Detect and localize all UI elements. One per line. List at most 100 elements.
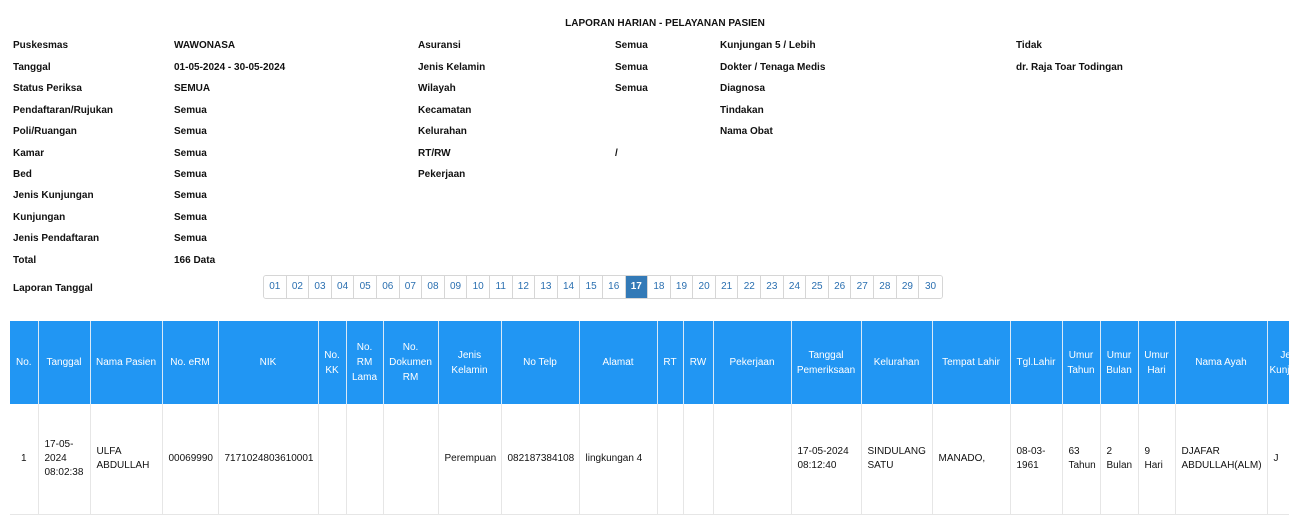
column-header: Tempat Lahir xyxy=(932,321,1011,404)
filter-value: Semua xyxy=(174,169,207,180)
table-cell xyxy=(346,404,384,515)
filter-label: Jenis Kunjungan xyxy=(13,190,94,201)
table-cell xyxy=(657,404,684,515)
filter-label: Tanggal xyxy=(13,62,51,73)
column-header: No Telp xyxy=(501,321,580,404)
table-header-row: No. Tanggal Nama Pasien No. eRM NIK No. KK No.… xyxy=(10,321,1289,404)
filter-label: Asuransi xyxy=(418,40,461,51)
page-link-11[interactable]: 11 xyxy=(489,276,513,298)
table-cell: 1 xyxy=(10,404,39,515)
table-cell: 17-05-2024 08:12:40 xyxy=(791,404,862,515)
filter-value: Semua xyxy=(615,62,648,73)
column-header: No. KK xyxy=(318,321,347,404)
page-link-09[interactable]: 09 xyxy=(444,276,468,298)
page-link-03[interactable]: 03 xyxy=(309,276,332,298)
column-header: No. Dokumen RM xyxy=(383,321,439,404)
column-header: Nama Ayah xyxy=(1175,321,1268,404)
filter-value: SEMUA xyxy=(174,83,211,94)
page-link-26[interactable]: 26 xyxy=(828,276,852,298)
page-link-12[interactable]: 12 xyxy=(512,276,536,298)
column-header: RW xyxy=(683,321,714,404)
filter-label: Kunjungan 5 / Lebih xyxy=(720,40,816,51)
filter-label: Kecamatan xyxy=(418,105,472,116)
column-header: Tanggal xyxy=(38,321,91,404)
table-cell: 7171024803610001 xyxy=(218,404,319,515)
filter-value: 166 Data xyxy=(174,255,216,266)
filter-value: Semua xyxy=(174,233,207,244)
column-header: Jenis Kunjungan xyxy=(1267,321,1289,404)
filter-label: Wilayah xyxy=(418,83,456,94)
date-pager: 01 02 03 04 05 06 07 08 09 10 11 12 13 14 15 16 17 18 19 20… xyxy=(263,275,943,299)
filter-label: Kunjungan xyxy=(13,212,66,223)
filter-label: Bed xyxy=(13,169,32,180)
page-link-22[interactable]: 22 xyxy=(738,276,762,298)
page-link-15[interactable]: 15 xyxy=(580,276,603,298)
column-header: Pekerjaan xyxy=(713,321,792,404)
filter-label: Kamar xyxy=(13,148,45,159)
page-link-24[interactable]: 24 xyxy=(783,276,807,298)
filter-label: Jenis Pendaftaran xyxy=(13,233,100,244)
patient-table-wrapper: No. Tanggal Nama Pasien No. eRM NIK No. KK No.… xyxy=(10,321,1289,515)
filter-value: Semua xyxy=(174,148,207,159)
table-cell: 08-03-1961 xyxy=(1010,404,1063,515)
column-header: No. eRM xyxy=(162,321,219,404)
filter-label: Puskesmas xyxy=(13,40,69,51)
column-header: Kelurahan xyxy=(861,321,933,404)
page-link-16[interactable]: 16 xyxy=(602,276,626,298)
page-link-08[interactable]: 08 xyxy=(422,276,445,298)
filter-label: RT/RW xyxy=(418,148,451,159)
page-link-14[interactable]: 14 xyxy=(557,276,581,298)
page-link-05[interactable]: 05 xyxy=(354,276,377,298)
filter-label: Dokter / Tenaga Medis xyxy=(720,62,826,73)
filter-value: / xyxy=(615,148,618,159)
table-cell: SINDULANG SATU xyxy=(861,404,933,515)
filter-label: Diagnosa xyxy=(720,83,766,94)
column-header: Umur Tahun xyxy=(1062,321,1101,404)
filter-value: Tidak xyxy=(1016,40,1042,51)
page-link-25[interactable]: 25 xyxy=(806,276,829,298)
table-cell: DJAFAR ABDULLAH(ALM) xyxy=(1175,404,1268,515)
page-link-21[interactable]: 21 xyxy=(715,276,739,298)
table-cell: ULFA ABDULLAH xyxy=(90,404,163,515)
filter-label: Kelurahan xyxy=(418,126,467,137)
table-cell: 9 Hari xyxy=(1138,404,1176,515)
page-link-06[interactable]: 06 xyxy=(376,276,400,298)
table-cell xyxy=(318,404,347,515)
column-header: No. xyxy=(10,321,39,404)
page-link-04[interactable]: 04 xyxy=(331,276,355,298)
filter-value: Semua xyxy=(174,212,207,223)
filter-label: Total xyxy=(13,255,37,266)
page-link-30[interactable]: 30 xyxy=(919,276,942,298)
table-cell: J xyxy=(1267,404,1289,515)
table-row: 1 17-05-2024 08:02:38 ULFA ABDULLAH 0006999… xyxy=(10,404,1289,515)
column-header: RT xyxy=(657,321,684,404)
table-cell xyxy=(383,404,439,515)
page-link-27[interactable]: 27 xyxy=(851,276,875,298)
table-cell: lingkungan 4 xyxy=(579,404,658,515)
page-link-29[interactable]: 29 xyxy=(896,276,920,298)
table-cell xyxy=(713,404,792,515)
column-header: Alamat xyxy=(579,321,658,404)
column-header: Umur Hari xyxy=(1138,321,1176,404)
page-link-28[interactable]: 28 xyxy=(874,276,897,298)
page-link-18[interactable]: 18 xyxy=(648,276,671,298)
patient-table: No. Tanggal Nama Pasien No. eRM NIK No. KK No.… xyxy=(10,321,1289,515)
page-link-17[interactable]: 17 xyxy=(625,276,649,298)
page-link-13[interactable]: 13 xyxy=(535,276,558,298)
table-cell: 00069990 xyxy=(162,404,219,515)
column-header: NIK xyxy=(218,321,319,404)
page-link-07[interactable]: 07 xyxy=(399,276,423,298)
page-link-20[interactable]: 20 xyxy=(693,276,716,298)
report-title: LAPORAN HARIAN - PELAYANAN PASIEN xyxy=(565,18,765,29)
filter-label: Tindakan xyxy=(720,105,764,116)
page-link-19[interactable]: 19 xyxy=(670,276,694,298)
page-link-02[interactable]: 02 xyxy=(286,276,310,298)
filter-value: dr. Raja Toar Todingan xyxy=(1016,62,1123,73)
page-link-23[interactable]: 23 xyxy=(761,276,784,298)
page-link-01[interactable]: 01 xyxy=(264,276,287,298)
filter-value: Semua xyxy=(174,105,207,116)
filter-label: Nama Obat xyxy=(720,126,773,137)
column-header: Tanggal Pemeriksaan xyxy=(791,321,862,404)
table-cell: 17-05-2024 08:02:38 xyxy=(38,404,91,515)
page-link-10[interactable]: 10 xyxy=(467,276,490,298)
